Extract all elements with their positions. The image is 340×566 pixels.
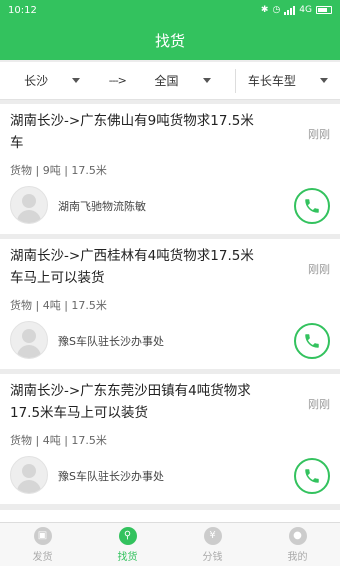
status-time: 10:12 — [8, 4, 37, 16]
origin-filter[interactable]: 长沙 — [0, 62, 104, 99]
user-icon: ● — [288, 526, 307, 545]
phone-icon — [305, 469, 319, 483]
company-name: 豫S车队驻长沙办事处 — [58, 335, 164, 348]
tab-label: 找货 — [117, 551, 138, 563]
tab-find-goods[interactable]: ⚲ 找货 — [85, 523, 170, 566]
battery-icon — [316, 6, 332, 14]
cargo-meta: 货物 | 4吨 | 17.5米 — [10, 434, 107, 447]
company-name: 豫S车队驻长沙办事处 — [58, 470, 164, 483]
phone-call-button[interactable] — [294, 323, 330, 359]
phone-call-button[interactable] — [294, 188, 330, 224]
bottom-tab-bar: ▣ 发货 ⚲ 找货 ¥ 分钱 ● 我的 — [0, 522, 340, 566]
cargo-card[interactable]: 湖南长沙->广东佛山有9吨货物求17.5米车 刚刚 货物 | 9吨 | 17.5… — [0, 104, 340, 234]
bluetooth-icon: ✱ — [260, 5, 269, 15]
post-time: 刚刚 — [308, 398, 330, 411]
status-bar: 10:12 ✱ ◷ 4G — [0, 0, 340, 20]
tab-label: 发货 — [32, 551, 53, 563]
avatar — [10, 321, 48, 359]
cargo-card[interactable]: 湖南长沙->广西桂林有4吨货物求17.5米车马上可以装货 刚刚 货物 | 4吨 … — [0, 239, 340, 369]
page-title: 找货 — [154, 31, 185, 50]
yen-icon: ¥ — [203, 526, 222, 545]
post-time: 刚刚 — [308, 263, 330, 276]
destination-label: 全国 — [154, 74, 179, 88]
phone-icon — [305, 199, 319, 213]
cargo-card[interactable]: 湖南长沙->广东东莞沙田镇有4吨货物求17.5米车马上可以装货 刚刚 货物 | … — [0, 374, 340, 504]
avatar — [10, 186, 48, 224]
cargo-title: 湖南长沙->广东佛山有9吨货物求17.5米车 — [10, 113, 254, 151]
filter-bar: 长沙 ---> 全国 车长车型 — [0, 62, 340, 100]
chevron-down-icon — [72, 78, 81, 83]
tab-label: 我的 — [287, 551, 308, 563]
box-icon: ▣ — [33, 526, 52, 545]
alarm-icon: ◷ — [272, 5, 281, 15]
tab-label: 分钱 — [202, 551, 223, 563]
phone-call-button[interactable] — [294, 458, 330, 494]
status-icons: ✱ ◷ 4G — [261, 5, 332, 15]
avatar — [10, 456, 48, 494]
tab-share-money[interactable]: ¥ 分钱 — [170, 523, 255, 566]
tab-mine[interactable]: ● 我的 — [255, 523, 340, 566]
signal-icon — [284, 5, 296, 15]
vehicle-filter[interactable]: 车长车型 — [234, 68, 340, 93]
cargo-meta: 货物 | 4吨 | 17.5米 — [10, 299, 107, 312]
app-header: 找货 — [0, 20, 340, 60]
network-type: 4G — [299, 5, 312, 15]
search-goods-icon: ⚲ — [118, 526, 137, 545]
destination-filter[interactable]: 全国 — [130, 62, 234, 99]
tab-post-goods[interactable]: ▣ 发货 — [0, 523, 85, 566]
phone-icon — [305, 334, 319, 348]
chevron-down-icon — [319, 78, 328, 83]
cargo-title: 湖南长沙->广东东莞沙田镇有4吨货物求17.5米车马上可以装货 — [10, 383, 251, 421]
route-arrow-icon: ---> — [108, 74, 127, 87]
cargo-title: 湖南长沙->广西桂林有4吨货物求17.5米车马上可以装货 — [10, 248, 254, 286]
post-time: 刚刚 — [308, 128, 330, 141]
company-name: 湖南飞驰物流陈敏 — [58, 200, 146, 213]
vehicle-label: 车长车型 — [247, 74, 296, 88]
origin-label: 长沙 — [24, 74, 49, 88]
cargo-meta: 货物 | 9吨 | 17.5米 — [10, 164, 107, 177]
chevron-down-icon — [202, 78, 211, 83]
